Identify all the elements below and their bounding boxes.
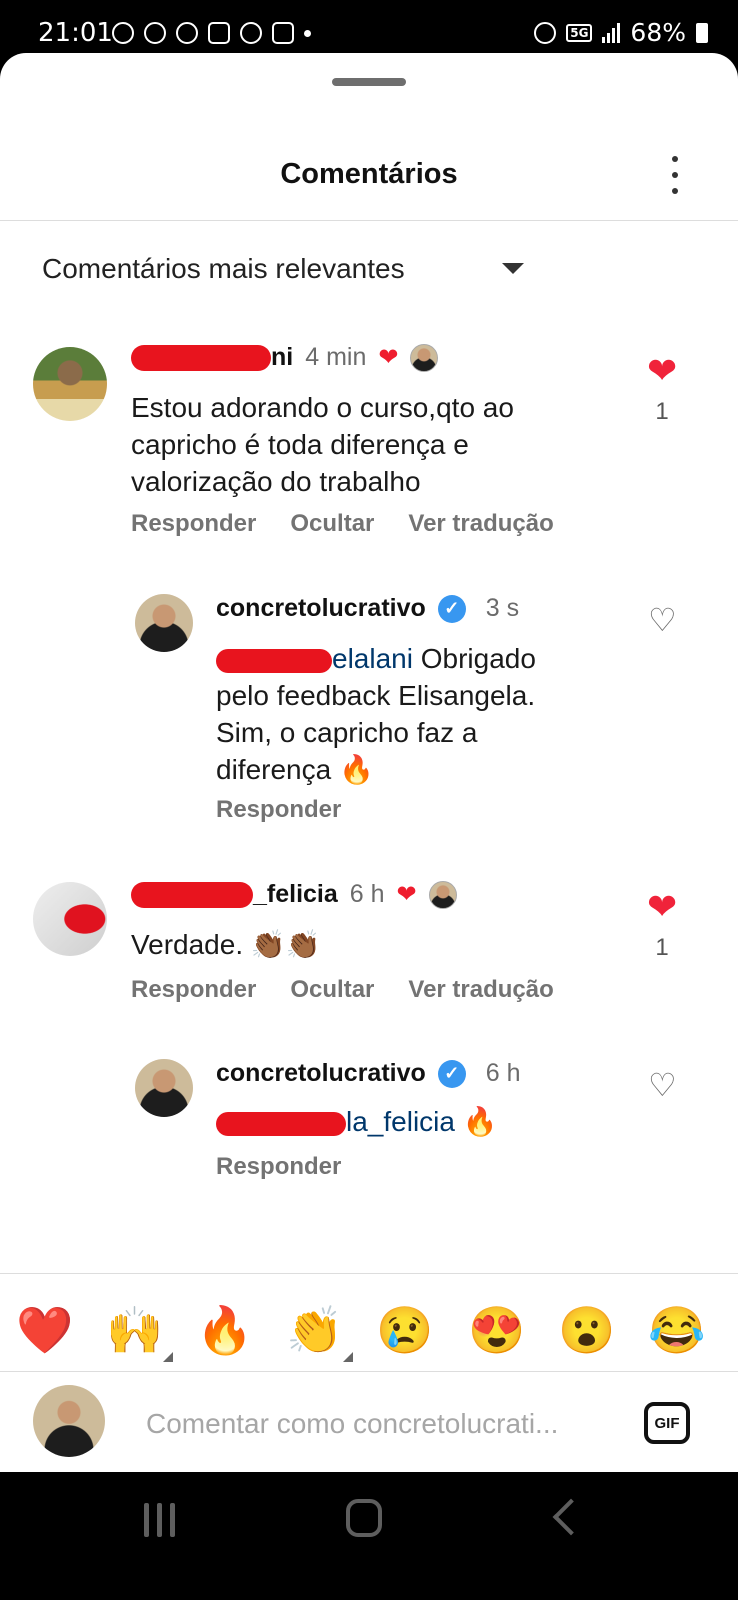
reply-button[interactable]: Responder <box>131 510 256 538</box>
mention-link[interactable]: la_felicia <box>216 1106 455 1137</box>
comment-username[interactable]: _felicia <box>131 880 338 909</box>
reply-button[interactable]: Responder <box>131 976 256 1004</box>
redaction-mark <box>216 1111 346 1136</box>
reply-time: 3 s <box>485 594 520 622</box>
comments-sheet: Comentários Comentários mais relevantes … <box>0 53 738 1501</box>
alarm-icon <box>534 21 557 44</box>
avatar[interactable] <box>135 1059 193 1117</box>
avatar[interactable] <box>135 594 193 652</box>
voicemail-icon <box>208 22 230 44</box>
heart-icon: ❤ <box>396 880 417 908</box>
more-dot-icon <box>304 30 311 37</box>
reply-actions: Responder <box>216 796 341 824</box>
reply-text: la_felicia 🔥 <box>216 1103 616 1140</box>
comment-actions: Responder Ocultar Ver tradução <box>131 510 554 538</box>
hide-button[interactable]: Ocultar <box>290 510 374 538</box>
author-liked-avatar <box>410 343 439 372</box>
instagram-icon <box>272 22 294 44</box>
emoji-raising-hands[interactable]: 🙌 <box>105 1300 165 1360</box>
emoji-surprised[interactable]: 😮 <box>557 1300 617 1360</box>
skin-tone-indicator <box>343 1352 353 1362</box>
comment-text: Estou adorando o curso,qto ao capricho é… <box>131 392 514 497</box>
emoji-quick-bar: ❤️ 🙌 🔥 👏 😢 😍 😮 😂 <box>0 1300 738 1362</box>
heart-icon: ❤ <box>378 343 399 371</box>
reply-time: 6 h <box>485 1059 521 1087</box>
missed-call-icon <box>176 22 198 44</box>
avatar <box>33 1385 105 1457</box>
emoji-heart-eyes[interactable]: 😍 <box>467 1300 527 1360</box>
like-count: 1 <box>655 934 669 961</box>
reply-button[interactable]: Responder <box>216 796 341 824</box>
verified-badge-icon: ✓ <box>437 594 466 623</box>
missed-call-icon <box>144 22 166 44</box>
battery-percent: 68% <box>630 18 686 47</box>
navigation-bar <box>0 1472 738 1600</box>
comment-header: _felicia 6 h ❤ <box>131 880 457 909</box>
comment-actions: Responder Ocultar Ver tradução <box>131 976 554 1004</box>
redaction-mark <box>131 881 253 908</box>
back-icon[interactable] <box>552 1498 590 1536</box>
emoji-fire[interactable]: 🔥 <box>195 1300 255 1360</box>
comment-input[interactable]: Comentar como concretolucrati... <box>146 1408 558 1440</box>
emoji-crying[interactable]: 😢 <box>375 1300 435 1360</box>
reply-username[interactable]: concretolucrativo <box>216 1059 426 1088</box>
username-visible-part: _felicia <box>253 880 338 908</box>
heart-outline-icon[interactable]: ♡ <box>648 604 677 636</box>
emoji-laughing[interactable]: 😂 <box>647 1300 707 1360</box>
comment-time: 6 h <box>349 880 385 908</box>
emoji-bar-divider <box>0 1273 738 1274</box>
header-divider <box>0 220 738 221</box>
mention-visible-part: la_felicia <box>346 1106 455 1137</box>
reply-username[interactable]: concretolucrativo <box>216 594 426 623</box>
reply-body: 🔥 <box>462 1106 498 1137</box>
status-time: 21:01 <box>38 18 113 48</box>
sheet-title: Comentários <box>280 158 458 190</box>
like-count: 1 <box>655 398 669 425</box>
mention-visible-part: elalani <box>332 643 413 674</box>
reply-actions: Responder <box>216 1153 341 1181</box>
comment-time: 4 min <box>305 343 367 371</box>
emoji-heart[interactable]: ❤️ <box>15 1300 75 1360</box>
heart-filled-icon[interactable]: ❤ <box>647 353 677 389</box>
whatsapp-icon <box>112 22 134 44</box>
redaction-mark <box>131 344 271 371</box>
recent-apps-icon[interactable] <box>144 1503 175 1537</box>
see-translation-button[interactable]: Ver tradução <box>408 976 553 1004</box>
author-liked-avatar <box>428 880 457 909</box>
comment-username[interactable]: ni <box>131 343 293 372</box>
notification-icons <box>112 22 311 44</box>
reply-header: concretolucrativo ✓ 6 h <box>216 1059 521 1088</box>
signal-icon <box>602 22 621 43</box>
heart-outline-icon[interactable]: ♡ <box>648 1069 677 1101</box>
skin-tone-indicator <box>163 1352 173 1362</box>
drag-handle[interactable] <box>332 78 406 86</box>
chevron-down-icon[interactable] <box>502 263 524 274</box>
network-badge: 5G <box>566 23 593 42</box>
comment-header: ni 4 min ❤ <box>131 343 439 372</box>
battery-icon <box>696 22 708 43</box>
reply-button[interactable]: Responder <box>216 1153 341 1181</box>
avatar[interactable] <box>33 347 107 421</box>
more-options-icon[interactable] <box>667 156 683 194</box>
mention-link[interactable]: elalani <box>216 643 413 674</box>
see-translation-button[interactable]: Ver tradução <box>408 510 553 538</box>
heart-filled-icon[interactable]: ❤ <box>647 889 677 925</box>
system-icons: 5G 68% <box>534 18 708 47</box>
reply-header: concretolucrativo ✓ 3 s <box>216 594 519 623</box>
username-visible-part: ni <box>271 343 294 371</box>
avatar[interactable] <box>33 882 107 956</box>
sort-dropdown[interactable]: Comentários mais relevantes <box>42 253 405 285</box>
verified-badge-icon: ✓ <box>437 1059 466 1088</box>
reply-text: elalani Obrigado pelo feedback Elisangel… <box>216 640 596 788</box>
redaction-mark <box>216 648 332 673</box>
gif-button[interactable]: GIF <box>644 1402 690 1444</box>
comment-composer: Comentar como concretolucrati... GIF <box>0 1372 738 1472</box>
comment-text: Verdade. 👏🏾👏🏾 <box>131 929 321 960</box>
hide-button[interactable]: Ocultar <box>290 976 374 1004</box>
moon-icon <box>240 22 262 44</box>
home-icon[interactable] <box>346 1499 382 1537</box>
emoji-clapping[interactable]: 👏 <box>285 1300 345 1360</box>
